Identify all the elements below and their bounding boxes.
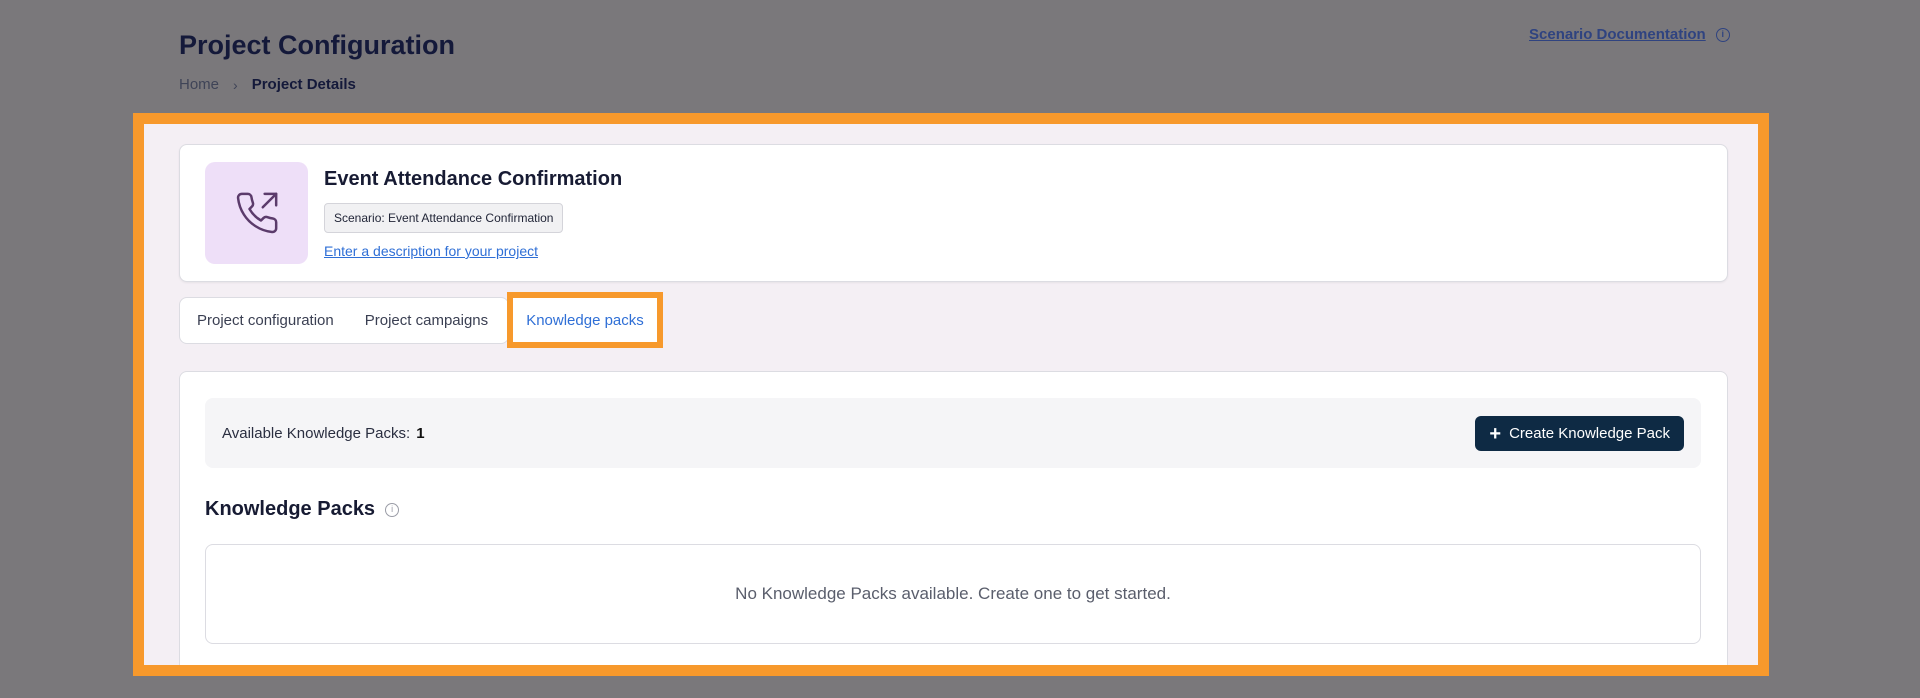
knowledge-packs-title: Knowledge Packs [205, 498, 376, 520]
empty-state-box: No Knowledge Packs available. Create one… [205, 544, 1701, 644]
available-knowledge-packs-bar: Available Knowledge Packs: 1 + Create Kno… [205, 398, 1701, 468]
scenario-documentation-label[interactable]: Scenario Documentation [1529, 26, 1706, 43]
breadcrumb: Home › Project Details [179, 76, 356, 93]
tab-project-configuration[interactable]: Project configuration [197, 312, 334, 329]
create-knowledge-pack-button[interactable]: + Create Knowledge Pack [1475, 416, 1684, 451]
scenario-chip: Scenario: Event Attendance Confirmation [324, 203, 564, 233]
knowledge-packs-card: Available Knowledge Packs: 1 + Create Kno… [179, 371, 1728, 665]
plus-icon: + [1489, 422, 1502, 445]
phone-outgoing-icon [236, 192, 277, 234]
breadcrumb-home[interactable]: Home [179, 76, 219, 93]
breadcrumb-current: Project Details [251, 76, 356, 93]
tab-knowledge-packs[interactable]: Knowledge packs [526, 312, 644, 329]
empty-state-message: No Knowledge Packs available. Create one… [735, 584, 1171, 603]
available-label: Available Knowledge Packs: [222, 425, 411, 442]
available-count: 1 [416, 425, 425, 442]
project-name: Event Attendance Confirmation [324, 168, 623, 190]
tab-knowledge-packs-highlight: Knowledge packs [507, 292, 663, 348]
highlight-frame: Event Attendance Confirmation Scenario: … [133, 113, 1769, 676]
project-card: Event Attendance Confirmation Scenario: … [179, 144, 1728, 282]
scenario-documentation-link[interactable]: Scenario Documentation i [1529, 26, 1730, 43]
project-icon-box [205, 162, 308, 264]
page-title: Project Configuration [179, 30, 455, 60]
available-knowledge-packs-text: Available Knowledge Packs: 1 [222, 425, 425, 442]
project-detail-panel: Event Attendance Confirmation Scenario: … [144, 124, 1758, 665]
tab-project-campaigns[interactable]: Project campaigns [365, 312, 488, 329]
tab-bar: Project configuration Project campaigns [179, 297, 509, 344]
breadcrumb-separator: › [233, 76, 238, 93]
knowledge-packs-heading: Knowledge Packs i [205, 498, 400, 521]
info-icon[interactable]: i [385, 502, 400, 517]
info-icon: i [1715, 27, 1730, 42]
create-knowledge-pack-label: Create Knowledge Pack [1509, 425, 1670, 442]
project-description-link[interactable]: Enter a description for your project [324, 243, 538, 259]
